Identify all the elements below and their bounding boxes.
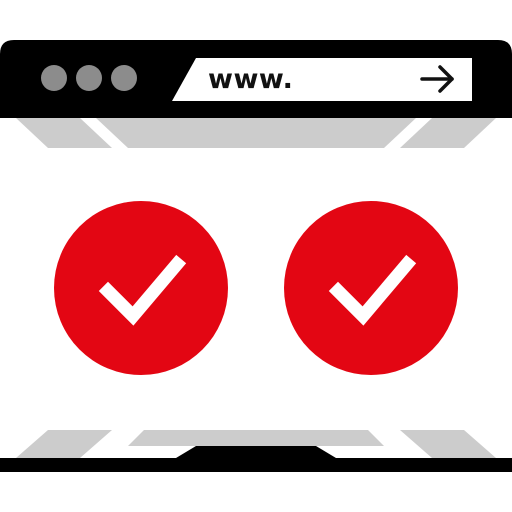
browser-window-illustration: www. bbox=[0, 0, 512, 512]
window-control-dot-icon[interactable] bbox=[111, 65, 137, 91]
check-badge-circle bbox=[54, 201, 228, 375]
address-bar-text: www. bbox=[208, 64, 294, 95]
bottom-tab bbox=[176, 446, 336, 458]
bottom-frame bbox=[0, 458, 512, 472]
check-badge-circle bbox=[284, 201, 458, 375]
window-control-dot-icon[interactable] bbox=[41, 65, 67, 91]
check-badge bbox=[284, 201, 458, 375]
check-badge bbox=[54, 201, 228, 375]
window-control-dot-icon[interactable] bbox=[76, 65, 102, 91]
